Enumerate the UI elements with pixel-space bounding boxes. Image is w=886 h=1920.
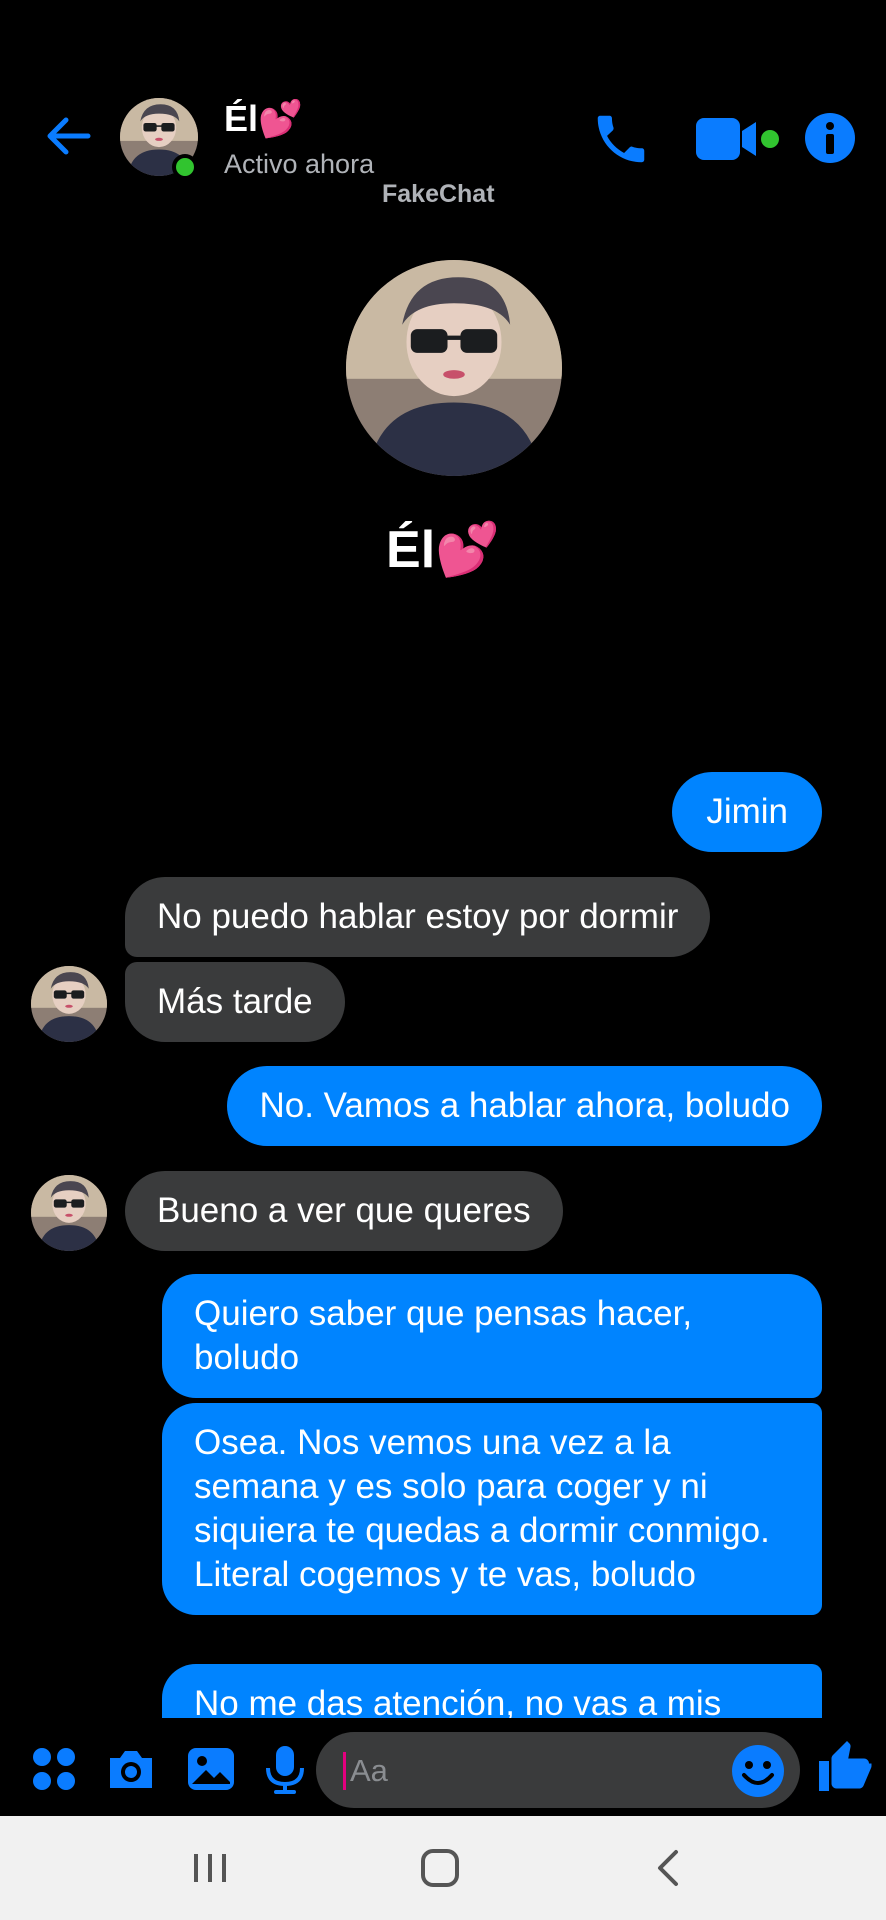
apps-button[interactable] [27, 1742, 81, 1796]
microphone-icon [266, 1746, 304, 1794]
chevron-left-icon [658, 1850, 678, 1886]
info-icon [805, 113, 855, 163]
camera-button[interactable] [104, 1742, 158, 1796]
video-call-button[interactable] [694, 114, 786, 164]
info-button[interactable] [802, 110, 858, 166]
contact-status: Activo ahora [224, 149, 375, 179]
apps-grid-icon [33, 1748, 75, 1790]
message-bubble-outgoing[interactable]: Quiero saber que pensas hacer, boludo [162, 1274, 822, 1398]
message-bubble-outgoing[interactable]: Osea. Nos vemos una vez a la semana y es… [162, 1403, 822, 1615]
message-bubble-outgoing[interactable]: No. Vamos a hablar ahora, boludo [227, 1066, 822, 1146]
microphone-button[interactable] [258, 1742, 312, 1796]
video-camera-icon [696, 118, 779, 160]
phone-icon [597, 115, 645, 163]
camera-icon [110, 1751, 152, 1788]
home-icon [421, 1849, 459, 1887]
voice-call-button[interactable] [590, 108, 652, 170]
recents-icon [194, 1854, 226, 1882]
message-bubble-incoming[interactable]: Bueno a ver que queres [125, 1171, 563, 1251]
thumbs-up-icon [819, 1741, 872, 1791]
profile-name: Él💕 [386, 521, 500, 579]
message-input[interactable]: Aa [316, 1732, 800, 1808]
message-bubble-incoming[interactable]: No puedo hablar estoy por dormir [125, 877, 711, 957]
recents-button[interactable] [188, 1846, 232, 1890]
gallery-button[interactable] [184, 1742, 238, 1796]
message-input-placeholder: Aa [350, 1753, 388, 1788]
sender-avatar[interactable] [31, 966, 107, 1042]
home-button[interactable] [418, 1846, 462, 1890]
back-button[interactable] [40, 108, 96, 164]
sender-avatar[interactable] [31, 1175, 107, 1251]
arrow-left-icon [47, 117, 91, 155]
system-back-button[interactable] [648, 1846, 692, 1890]
image-icon [188, 1748, 234, 1790]
message-bubble-incoming[interactable]: Más tarde [125, 962, 345, 1042]
emoji-button[interactable] [730, 1743, 786, 1799]
watermark: FakeChat [382, 180, 495, 208]
like-button[interactable] [814, 1736, 874, 1796]
contact-name[interactable]: Él💕 [224, 98, 303, 140]
smiley-icon [732, 1745, 784, 1797]
online-status-dot [172, 154, 198, 180]
message-bubble-outgoing[interactable]: Jimin [672, 772, 822, 852]
profile-avatar[interactable] [346, 260, 562, 476]
text-caret [343, 1752, 346, 1790]
